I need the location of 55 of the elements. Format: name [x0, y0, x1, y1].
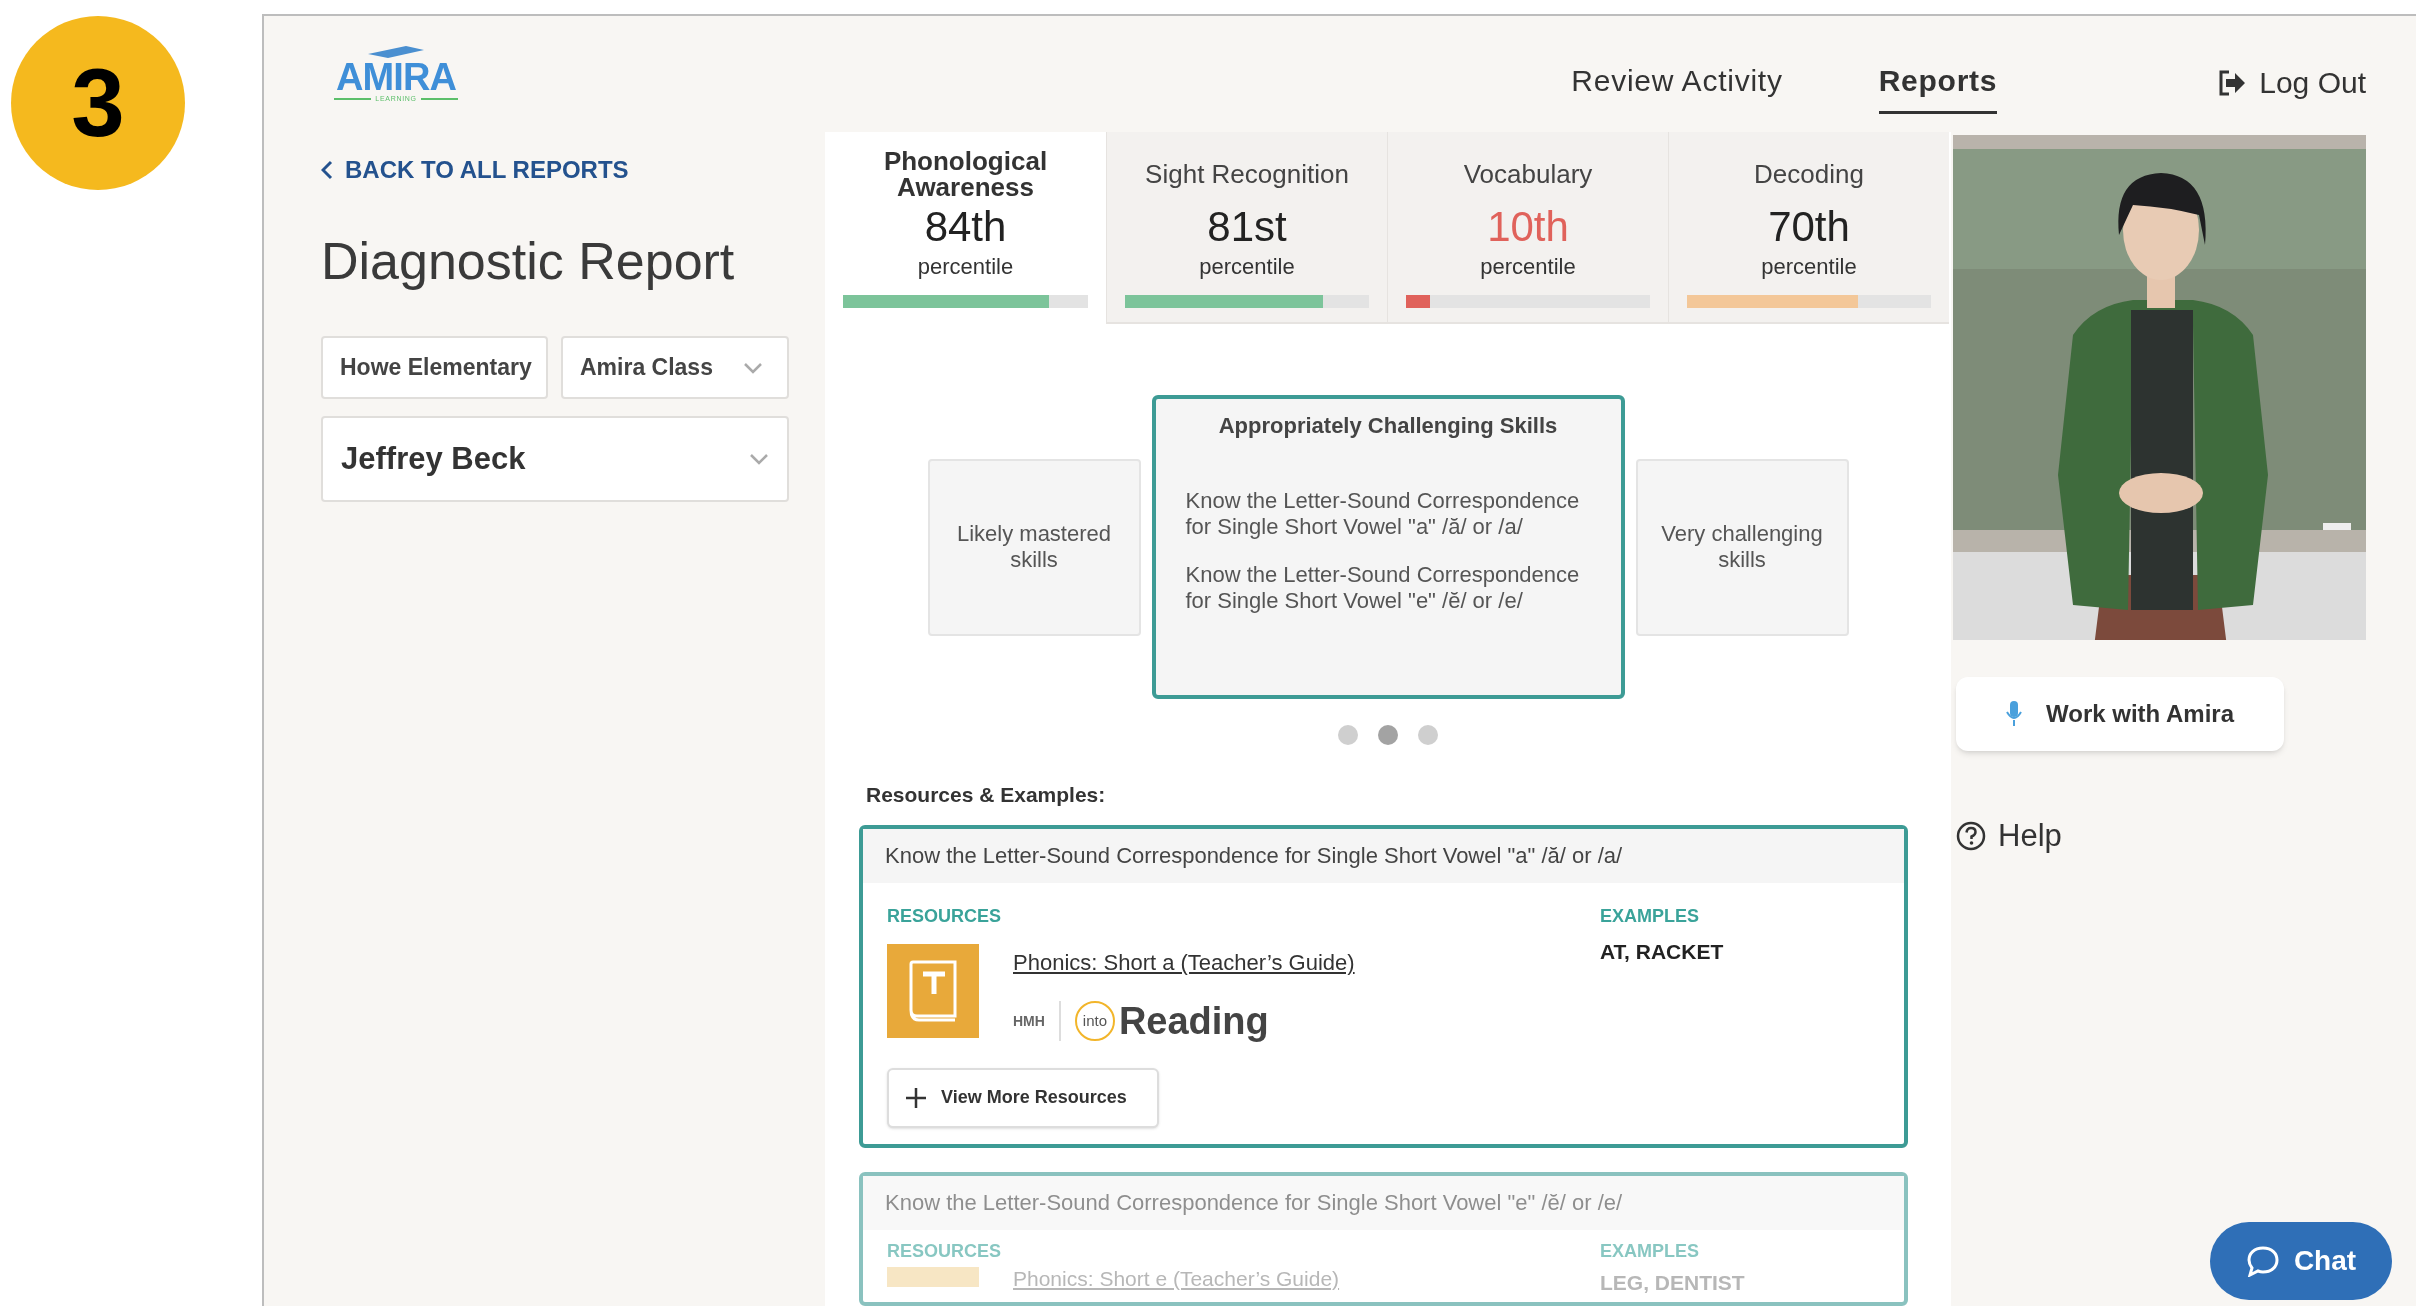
percentile-label: percentile — [917, 253, 1014, 281]
chevron-left-icon — [321, 160, 333, 180]
skill-name: Phonological Awareness — [882, 145, 1049, 204]
score-tab[interactable]: Sight Recognition 81st percentile — [1106, 132, 1387, 324]
section-heading: Resources & Examples: — [866, 782, 1107, 808]
plus-icon — [905, 1086, 927, 1109]
example-words: AT, RACKET — [1600, 938, 1724, 965]
nav-tab[interactable]: Review Activity — [1571, 58, 1783, 114]
page-title: Diagnostic Report — [321, 231, 736, 292]
help-link[interactable]: Help — [1956, 813, 2366, 860]
card-title: Likely mastered skills — [955, 521, 1113, 573]
filter-dropdown[interactable]: Amira Class — [561, 336, 789, 399]
chevron-down-icon — [749, 453, 769, 465]
percentile-label: percentile — [1761, 253, 1857, 281]
skill-name: Vocabulary — [1463, 158, 1593, 191]
publisher-logo: HMH into Reading — [1013, 998, 1270, 1044]
microphone-icon — [2006, 700, 2022, 728]
logout-link[interactable]: Log Out — [2259, 60, 2366, 105]
percentile-score: 10th — [1487, 204, 1569, 250]
skill-text: Know the Letter-Sound Correspondence for Single Short Vowel "e" /ĕ/ or /e/ — [1185, 562, 1581, 614]
nav-tab[interactable]: Reports — [1878, 58, 1998, 114]
section-label: RESOURCES — [887, 1239, 1003, 1263]
card-title: Appropriately Challenging Skills — [1218, 412, 1558, 440]
skill-card[interactable]: Likely mastered skills — [927, 458, 1141, 636]
skill-name: Sight Recognition — [1145, 158, 1349, 191]
example-words: LEG, DENTIST — [1600, 1269, 1745, 1296]
chevron-down-icon — [742, 361, 763, 374]
section-label: RESOURCES — [887, 904, 1003, 928]
percentile-score: 81st — [1207, 204, 1287, 250]
section-label: EXAMPLES — [1600, 1239, 1701, 1263]
skill-card[interactable]: Appropriately Challenging Skills Know the Letter-Sound Correspondence for Single Short Vowel "a" /ă/ or /a/ Know the Letter-Sound Correspondence for Single Short Vowel "e" /ĕ/ or /e/ — [1151, 395, 1625, 699]
percentile-score: 70th — [1768, 204, 1850, 250]
filter-dropdown[interactable]: Howe Elementary — [321, 336, 548, 399]
skill-card[interactable]: Very challenging skills — [1635, 458, 1849, 636]
score-tab[interactable]: Vocabulary 10th percentile — [1387, 132, 1668, 324]
percentile-label: percentile — [1199, 253, 1295, 281]
back-link[interactable]: BACK TO ALL REPORTS — [321, 152, 825, 188]
view-more-button[interactable]: View More Resources — [887, 1067, 1159, 1128]
chat-bubble-icon — [2245, 1245, 2280, 1277]
skill-text: Know the Letter-Sound Correspondence for Single Short Vowel "a" /ă/ or /a/ — [1185, 488, 1581, 540]
card-header: Know the Letter-Sound Correspondence for Single Short Vowel "a" /ă/ or /a/ — [863, 828, 1904, 883]
card-header: Know the Letter-Sound Correspondence for Single Short Vowel "e" /ĕ/ or /e/ — [863, 1175, 1904, 1230]
skill-name: Decoding — [1754, 158, 1864, 191]
work-with-amira-button[interactable]: Work with Amira — [1956, 677, 2284, 751]
resource-link[interactable]: Phonics: Short a (Teacher’s Guide) — [1013, 945, 1355, 979]
score-tab[interactable]: Decoding 70th percentile — [1668, 132, 1949, 324]
percentile-label: percentile — [1480, 253, 1576, 281]
student-dropdown[interactable]: Jeffrey Beck — [321, 416, 789, 502]
chat-button[interactable]: Chat — [2210, 1222, 2392, 1300]
card-title: Very challenging skills — [1660, 521, 1824, 573]
percentile-score: 84th — [924, 204, 1007, 250]
section-label: EXAMPLES — [1600, 904, 1701, 928]
help-icon — [1956, 821, 1986, 852]
step-badge: 3 — [11, 16, 185, 190]
logout-icon[interactable] — [2217, 68, 2248, 97]
